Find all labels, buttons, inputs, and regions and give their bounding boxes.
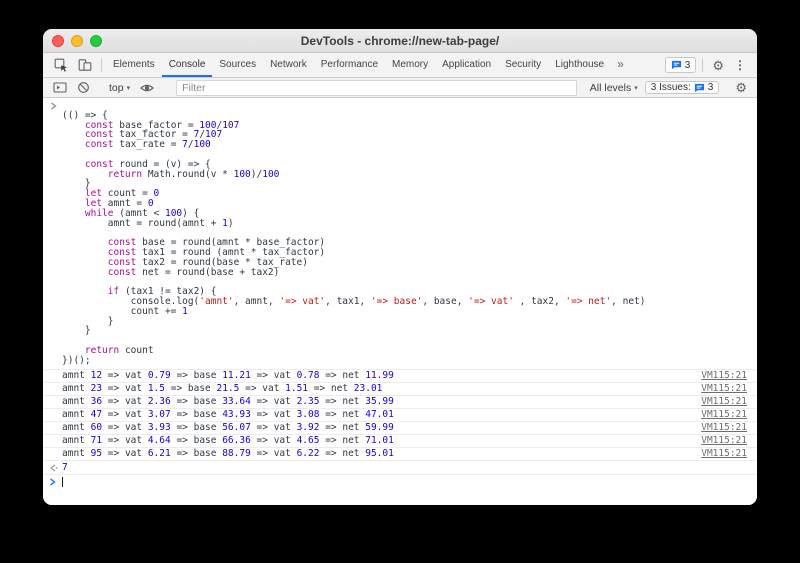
console-messages-area[interactable]: (() => { const base_factor = 100/107 con… [43, 98, 757, 505]
console-log-row: amnt 23 => vat 1.5 => base 21.5 => vat 1… [43, 381, 757, 395]
device-toolbar-icon [78, 58, 92, 72]
issues-count: 3 [707, 82, 714, 93]
settings-button[interactable]: ⚙ [707, 53, 729, 77]
tab-console[interactable]: Console [161, 53, 213, 77]
toolbar-divider [101, 58, 102, 72]
source-link[interactable]: VM115:21 [701, 370, 757, 381]
maximize-window-button[interactable] [90, 34, 102, 47]
tab-sources[interactable]: Sources [212, 53, 263, 77]
tab-application[interactable]: Application [435, 53, 498, 77]
clear-console-button[interactable] [72, 81, 95, 94]
chevron-down-icon: ▾ [634, 84, 638, 92]
console-settings-button[interactable]: ⚙ [730, 81, 752, 94]
command-source-code: (() => { const base_factor = 100/107 con… [62, 109, 646, 366]
return-value-icon [49, 463, 58, 472]
inspect-element-button[interactable] [49, 53, 73, 77]
gear-icon: ⚙ [712, 57, 724, 73]
minimize-window-button[interactable] [71, 34, 83, 47]
toolbar-divider [702, 58, 704, 72]
more-tabs-button[interactable]: » [611, 53, 630, 77]
tab-elements[interactable]: Elements [106, 53, 162, 77]
console-sidebar-icon [53, 81, 67, 94]
kebab-menu-icon: ⋮ [734, 58, 746, 72]
devtools-menu-button[interactable]: ⋮ [729, 53, 751, 77]
issues-count: 3 [684, 59, 691, 71]
console-log-row: amnt 71 => vat 4.64 => base 66.36 => vat… [43, 433, 757, 447]
issues-counter-button[interactable]: 3 [664, 57, 697, 73]
tab-performance[interactable]: Performance [314, 53, 385, 77]
toggle-device-toolbar-button[interactable] [73, 53, 97, 77]
console-sidebar-toggle-button[interactable] [48, 81, 72, 94]
console-log-row: amnt 95 => vat 6.21 => base 88.79 => vat… [43, 446, 757, 460]
devtools-tab-bar: Elements Console Sources Network Performance… [43, 53, 757, 78]
window-controls [52, 29, 102, 52]
issues-bubble-icon [671, 60, 682, 70]
source-link[interactable]: VM115:21 [701, 409, 757, 420]
eye-icon [140, 82, 155, 94]
issues-bubble-icon [694, 83, 705, 93]
inspect-cursor-icon [54, 58, 68, 72]
context-label: top [109, 81, 124, 94]
console-log-row: amnt 36 => vat 2.36 => base 33.64 => vat… [43, 394, 757, 408]
console-log-output: amnt 12 => vat 0.79 => base 11.21 => vat… [43, 368, 757, 460]
tab-memory[interactable]: Memory [385, 53, 435, 77]
close-window-button[interactable] [52, 34, 64, 47]
panel-tabs: Elements Console Sources Network Performance… [106, 53, 611, 77]
console-log-row: amnt 12 => vat 0.79 => base 11.21 => vat… [43, 368, 757, 382]
result-value: 7 [62, 461, 68, 473]
tab-security[interactable]: Security [498, 53, 548, 77]
clear-console-icon [77, 81, 90, 94]
chevron-down-icon: ▾ [126, 84, 131, 92]
text-cursor [62, 476, 63, 487]
source-link[interactable]: VM115:21 [701, 383, 757, 394]
source-link[interactable]: VM115:21 [701, 422, 757, 433]
console-result-row: 7 [43, 459, 757, 474]
issues-label: 3 Issues: [650, 82, 691, 93]
console-prompt[interactable] [43, 473, 757, 489]
tab-network[interactable]: Network [263, 53, 314, 77]
prompt-chevron-icon [49, 477, 56, 486]
source-link[interactable]: VM115:21 [701, 448, 757, 459]
console-toolbar: top ▾ All levels ▾ 3 Issues: [43, 78, 757, 98]
source-link[interactable]: VM115:21 [701, 435, 757, 446]
echoed-command: (() => { const base_factor = 100/107 con… [43, 98, 757, 369]
log-level-selector[interactable]: All levels ▾ [585, 82, 643, 94]
console-log-row: amnt 47 => vat 3.07 => base 43.93 => vat… [43, 407, 757, 421]
javascript-context-selector[interactable]: top ▾ [104, 82, 135, 94]
command-chevron-icon [50, 102, 57, 110]
create-live-expression-button[interactable] [135, 82, 159, 94]
titlebar: DevTools - chrome://new-tab-page/ [43, 29, 757, 53]
devtools-window: DevTools - chrome://new-tab-page/ Elemen… [43, 29, 757, 505]
window-title: DevTools - chrome://new-tab-page/ [300, 33, 500, 48]
source-link[interactable]: VM115:21 [701, 396, 757, 407]
gear-icon: ⚙ [735, 80, 747, 95]
filter-input[interactable] [176, 79, 577, 96]
console-log-row: amnt 60 => vat 3.93 => base 56.07 => vat… [43, 420, 757, 434]
log-level-label: All levels [589, 81, 632, 94]
issues-toolbar-button[interactable]: 3 Issues: 3 [644, 81, 720, 94]
tab-lighthouse[interactable]: Lighthouse [548, 53, 611, 77]
